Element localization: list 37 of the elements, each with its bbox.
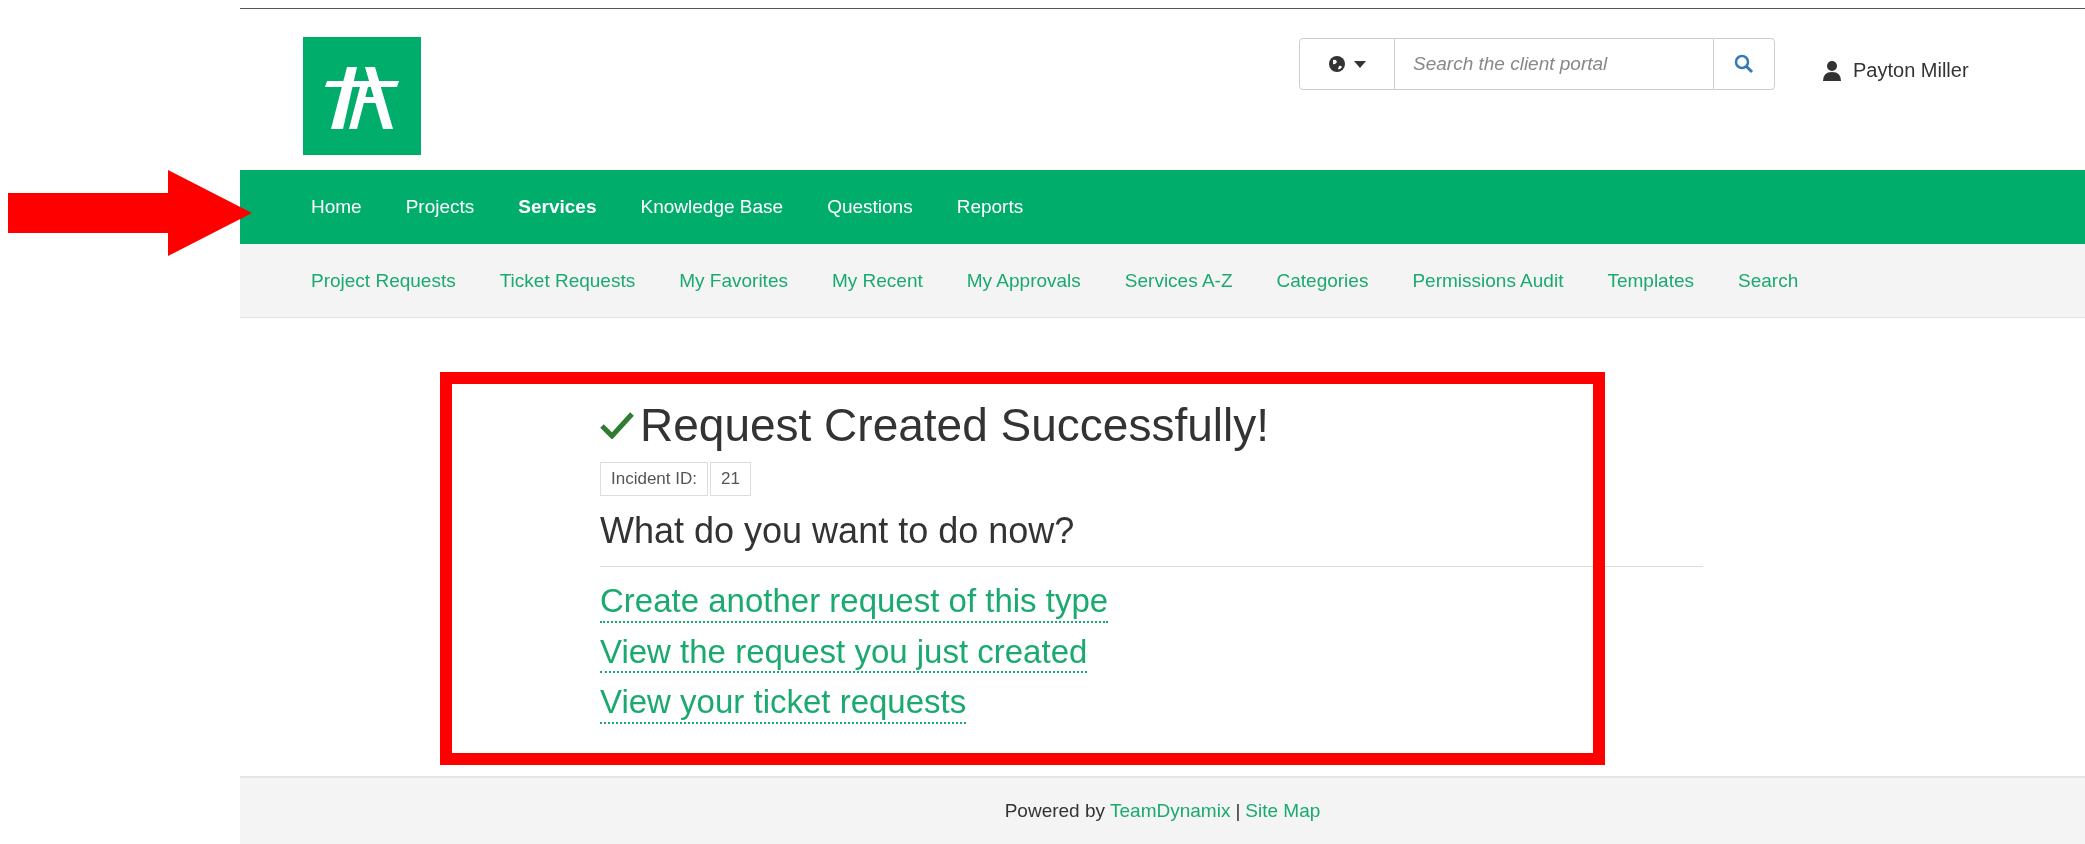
next-steps-heading: What do you want to do now? xyxy=(600,510,1075,552)
nav-tab[interactable]: Questions xyxy=(827,196,913,218)
nav-tab[interactable]: Reports xyxy=(956,196,1024,218)
nav-tab[interactable]: Services xyxy=(518,196,597,218)
action-link[interactable]: Create another request of this type xyxy=(600,581,1109,623)
sub-nav-link[interactable]: My Favorites xyxy=(679,269,788,292)
sub-nav-link[interactable]: Templates xyxy=(1607,269,1695,292)
check-icon xyxy=(600,411,634,439)
nav-tab[interactable]: Knowledge Base xyxy=(640,196,784,218)
success-title: Request Created Successfully! xyxy=(640,398,1269,452)
footer-link[interactable]: TeamDynamix xyxy=(1110,800,1231,822)
language-dropdown[interactable] xyxy=(1299,38,1395,90)
sub-nav-link[interactable]: Ticket Requests xyxy=(499,269,636,292)
sub-nav-link[interactable]: Permissions Audit xyxy=(1412,269,1564,292)
footer-text: Powered by xyxy=(1004,800,1105,822)
nav-tab[interactable]: Projects xyxy=(405,196,475,218)
search-icon xyxy=(1734,54,1754,74)
sub-nav-link[interactable]: Project Requests xyxy=(311,269,456,292)
user-menu[interactable]: Payton Miller xyxy=(1823,59,2085,82)
sub-nav-link[interactable]: My Recent xyxy=(831,269,923,292)
site-map-link[interactable]: Site Map xyxy=(1245,800,1321,822)
action-link[interactable]: View your ticket requests xyxy=(600,682,967,724)
incident-id-label: Incident ID: xyxy=(600,462,708,496)
person-icon xyxy=(1823,60,1841,81)
incident-id-value: 21 xyxy=(710,462,751,496)
logo[interactable] xyxy=(303,37,421,155)
footer-separator: | xyxy=(1235,800,1241,822)
sub-nav-link[interactable]: My Approvals xyxy=(966,269,1081,292)
sub-nav-link[interactable]: Services A-Z xyxy=(1124,269,1233,292)
caret-icon xyxy=(1354,60,1366,68)
search-field[interactable]: Search the client portal xyxy=(1395,38,1713,90)
sub-nav-link[interactable]: Search xyxy=(1738,269,1799,292)
search-button[interactable] xyxy=(1713,38,1775,90)
sub-nav-link[interactable]: Categories xyxy=(1276,269,1369,292)
action-link[interactable]: View the request you just created xyxy=(600,631,1088,674)
globe-icon xyxy=(1328,55,1346,73)
nav-tab[interactable]: Home xyxy=(311,196,362,218)
